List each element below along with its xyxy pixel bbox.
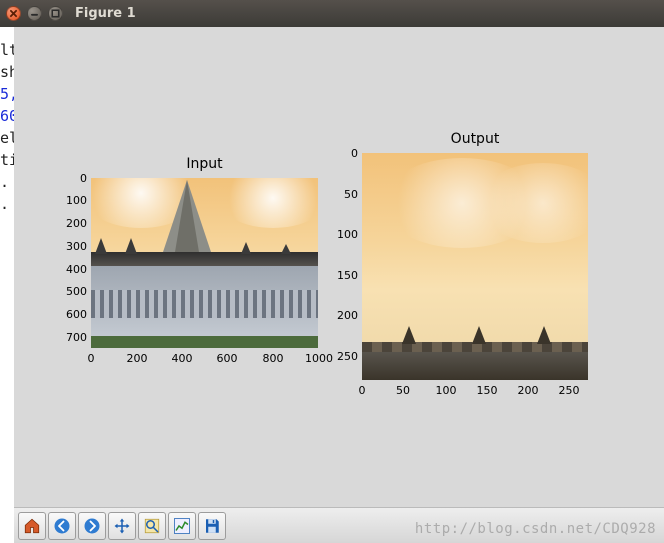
close-icon[interactable]: [6, 6, 21, 21]
window-title: Figure 1: [75, 6, 136, 21]
save-button[interactable]: [198, 512, 226, 540]
pan-button[interactable]: [108, 512, 136, 540]
subplot-output: Output 0 50 100 150 200 250 0 50 100 150…: [362, 153, 588, 380]
maximize-icon[interactable]: [48, 6, 63, 21]
home-icon: [23, 517, 41, 535]
forward-button[interactable]: [78, 512, 106, 540]
forward-icon: [83, 517, 101, 535]
minimize-icon[interactable]: [27, 6, 42, 21]
subplots-button[interactable]: [168, 512, 196, 540]
subplots-icon: [173, 517, 191, 535]
subplot-title: Output: [362, 131, 588, 147]
back-button[interactable]: [48, 512, 76, 540]
save-icon: [203, 517, 221, 535]
output-image: [362, 153, 588, 380]
pan-icon: [113, 517, 131, 535]
watermark-text: http://blog.csdn.net/CDQ928: [415, 521, 656, 537]
input-image: [91, 178, 318, 348]
background-code-fragment: lt sh 5, 60 el ti . .: [0, 27, 14, 330]
zoom-button[interactable]: [138, 512, 166, 540]
subplot-input: Input 0 100 200 300 400 500 600: [91, 178, 318, 348]
subplot-title: Input: [91, 156, 318, 172]
zoom-icon: [143, 517, 161, 535]
back-icon: [53, 517, 71, 535]
home-button[interactable]: [18, 512, 46, 540]
figure-canvas: Input 0 100 200 300 400 500 600: [14, 27, 664, 507]
window-titlebar: Figure 1: [0, 0, 664, 27]
